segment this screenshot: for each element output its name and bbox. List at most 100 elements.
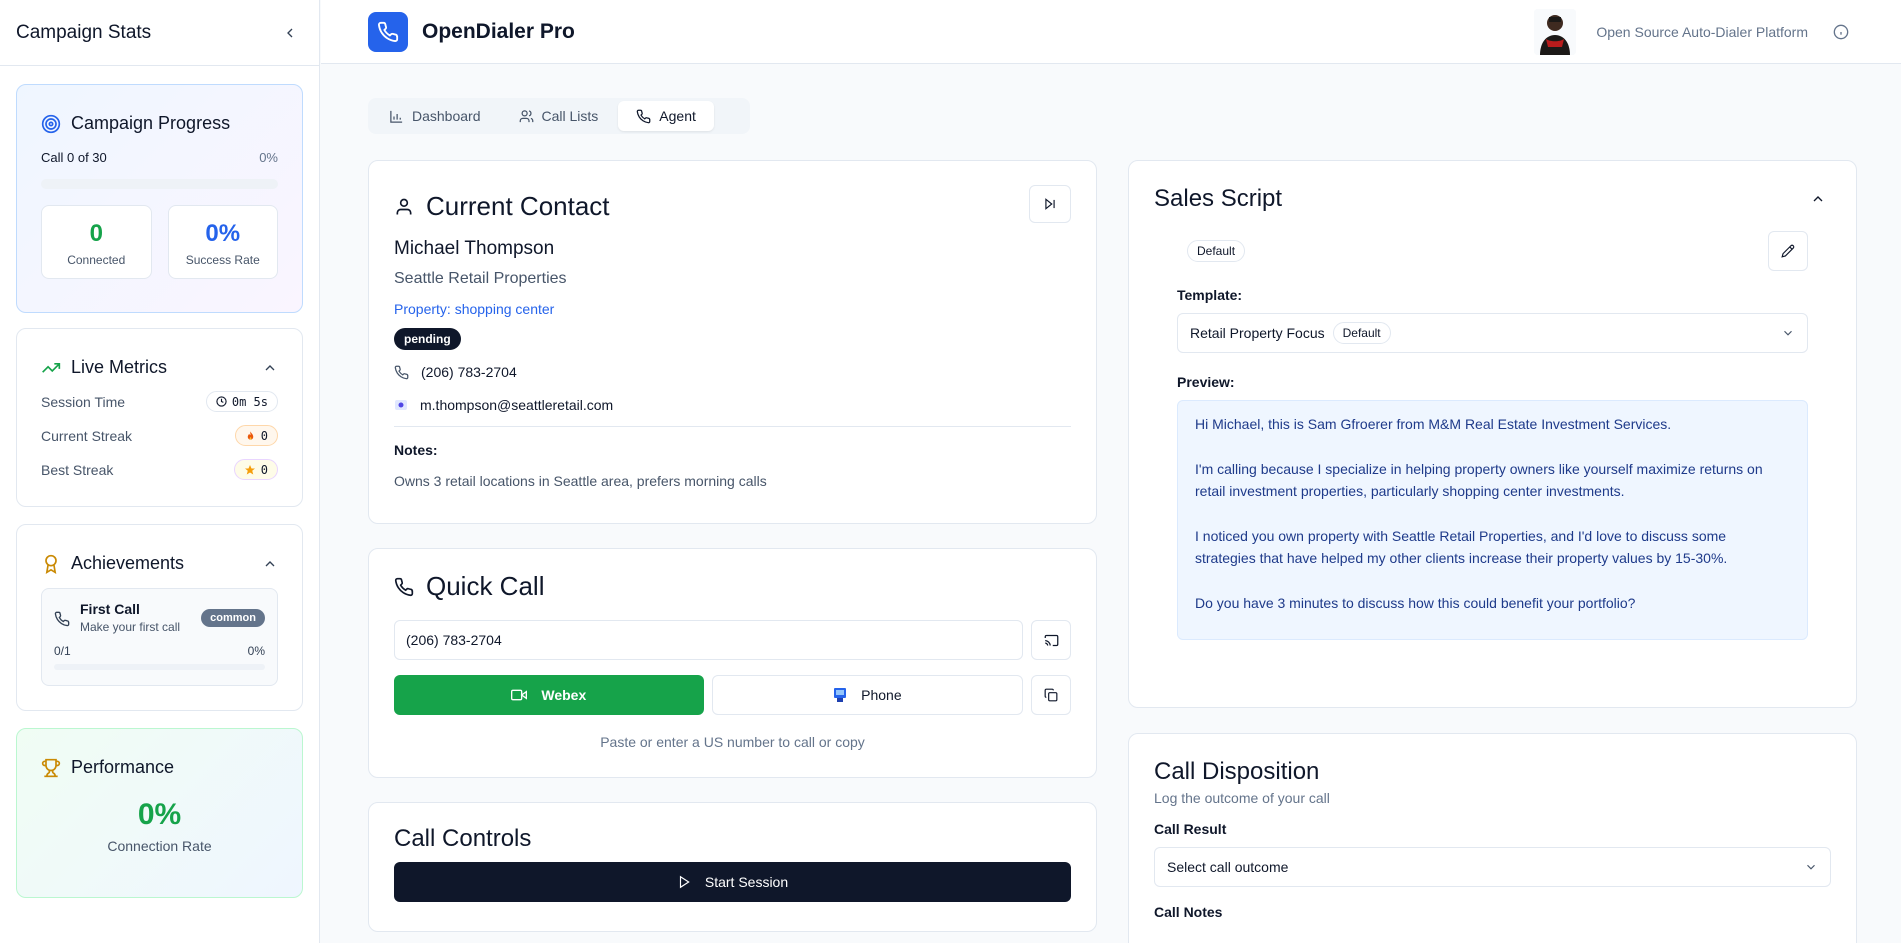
metric-best-streak: Best Streak 0 (41, 459, 278, 480)
tab-agent[interactable]: Agent (618, 101, 714, 131)
current-contact-title: Current Contact (426, 191, 610, 221)
live-metrics-title: Live Metrics (71, 357, 168, 377)
collapse-sidebar-button[interactable] (277, 20, 303, 46)
success-rate-label: Success Rate (185, 253, 260, 267)
chevron-left-icon (287, 28, 293, 37)
sales-script-panel: Sales Script Default Template: Retail Pr… (1128, 160, 1857, 708)
template-value: Retail Property Focus (1190, 325, 1325, 341)
campaign-progress-header: Campaign Progress (41, 113, 278, 134)
sidebar-title: Campaign Stats (16, 21, 152, 43)
collapse-script-button[interactable] (1805, 186, 1831, 212)
preview-label: Preview: (1177, 374, 1235, 390)
performance-title: Performance (71, 757, 175, 777)
phone-call-button[interactable]: Phone (711, 675, 1024, 715)
call-result-select[interactable]: Select call outcome (1154, 847, 1831, 887)
pen-icon (1781, 244, 1795, 258)
chevron-up-icon[interactable] (262, 556, 278, 572)
stat-row: 0 Connected 0% Success Rate (41, 205, 278, 279)
phone-label: Phone (861, 687, 902, 703)
success-rate-value: 0% (205, 220, 241, 247)
tab-call-lists[interactable]: Call Lists (501, 101, 617, 131)
call-disposition-panel: Call Disposition Log the outcome of your… (1128, 733, 1857, 943)
edit-script-button[interactable] (1768, 231, 1808, 271)
connection-rate-value: 0% (137, 798, 182, 831)
progress-percent: 0% (259, 150, 278, 165)
default-badge: Default (1187, 240, 1246, 262)
user-icon (396, 198, 412, 214)
quick-call-header: Quick Call (394, 571, 1071, 602)
tab-label: Agent (659, 108, 696, 124)
clock-icon (216, 396, 227, 407)
achievements-card: Achievements First Call Make your first … (16, 524, 303, 711)
status-badge: pending (394, 328, 461, 350)
top-bar: OpenDialer Pro Open Source Auto-Dialer P… (321, 0, 1901, 64)
chevron-up-icon (1813, 196, 1823, 202)
sales-script-title: Sales Script (1154, 185, 1283, 212)
achievement-percent: 0% (247, 644, 265, 658)
app-title: OpenDialer Pro (422, 19, 575, 43)
success-rate-stat: 0% Success Rate (167, 205, 278, 279)
chevron-up-icon[interactable] (262, 360, 278, 376)
connected-label: Connected (67, 253, 126, 267)
script-paragraph: I noticed you own property with Seattle … (1195, 528, 1728, 566)
copy-button[interactable] (1031, 675, 1072, 715)
webex-call-button[interactable]: Webex (394, 675, 704, 715)
achievements-header[interactable]: Achievements (41, 553, 278, 574)
call-controls-panel: Call Controls Start Session (368, 802, 1097, 932)
metric-label: Session Time (41, 393, 126, 410)
cast-button[interactable] (1031, 620, 1071, 660)
rarity-badge: common (201, 609, 265, 627)
contact-company: Seattle Retail Properties (394, 270, 567, 287)
performance-header: Performance (41, 757, 278, 778)
achievement-progress-bar (54, 664, 265, 670)
session-time-value: 0m 5s (231, 394, 268, 409)
sidebar-header: Campaign Stats (0, 0, 319, 66)
cast-icon (1044, 634, 1058, 646)
achievements-title: Achievements (71, 553, 185, 573)
quick-call-hint: Paste or enter a US number to call or co… (600, 734, 865, 750)
divider (394, 426, 1071, 427)
tab-dashboard[interactable]: Dashboard (371, 101, 499, 131)
template-select[interactable]: Retail Property Focus Default (1177, 313, 1808, 353)
telephone-icon (834, 688, 847, 702)
script-preview: Hi Michael, this is Sam Gfroerer from M&… (1177, 400, 1808, 640)
connected-value: 0 (89, 220, 103, 247)
campaign-progress-title: Campaign Progress (71, 113, 231, 133)
metric-label: Best Streak (41, 461, 114, 478)
trophy-icon (41, 758, 61, 777)
call-disposition-subtitle: Log the outcome of your call (1154, 790, 1330, 806)
bar-chart-icon (390, 110, 403, 123)
phone-icon (54, 611, 70, 627)
call-notes-label: Call Notes (1154, 904, 1223, 920)
copy-icon (1044, 688, 1058, 702)
achievement-first-call: First Call Make your first call common 0… (41, 588, 278, 686)
quick-call-title: Quick Call (426, 571, 545, 601)
skip-forward-icon (1045, 198, 1055, 210)
phone-icon (394, 577, 414, 596)
best-streak-badge: 0 (233, 459, 278, 480)
chevron-down-icon (1807, 864, 1815, 870)
call-controls-title: Call Controls (394, 825, 532, 852)
current-contact-header: Current Contact (394, 191, 1071, 222)
start-session-label: Start Session (704, 874, 789, 890)
avatar[interactable] (1534, 8, 1577, 55)
performance-card: Performance 0% Connection Rate (16, 728, 303, 898)
start-session-button[interactable]: Start Session (394, 862, 1071, 902)
achievement-name: First Call (80, 601, 140, 617)
app-logo (368, 11, 408, 52)
trending-up-icon (42, 362, 61, 373)
best-streak-value: 0 (260, 462, 268, 477)
live-metrics-header[interactable]: Live Metrics (41, 357, 278, 378)
campaign-progress-bar (41, 179, 278, 189)
email-icon (395, 400, 407, 410)
phone-icon (394, 365, 409, 379)
phone-number-input[interactable] (394, 620, 1023, 660)
contact-phone-row: (206) 783-2704 (394, 364, 1071, 380)
metric-session-time: Session Time 0m 5s (41, 391, 278, 412)
skip-contact-button[interactable] (1029, 185, 1071, 223)
contact-email[interactable]: m.thompson@seattleretail.com (420, 397, 613, 413)
script-paragraph: Do you have 3 minutes to discuss how thi… (1195, 595, 1636, 611)
info-button[interactable] (1828, 19, 1854, 45)
live-metrics-card: Live Metrics Session Time 0m 5s Current … (16, 328, 303, 507)
contact-phone[interactable]: (206) 783-2704 (421, 364, 517, 380)
